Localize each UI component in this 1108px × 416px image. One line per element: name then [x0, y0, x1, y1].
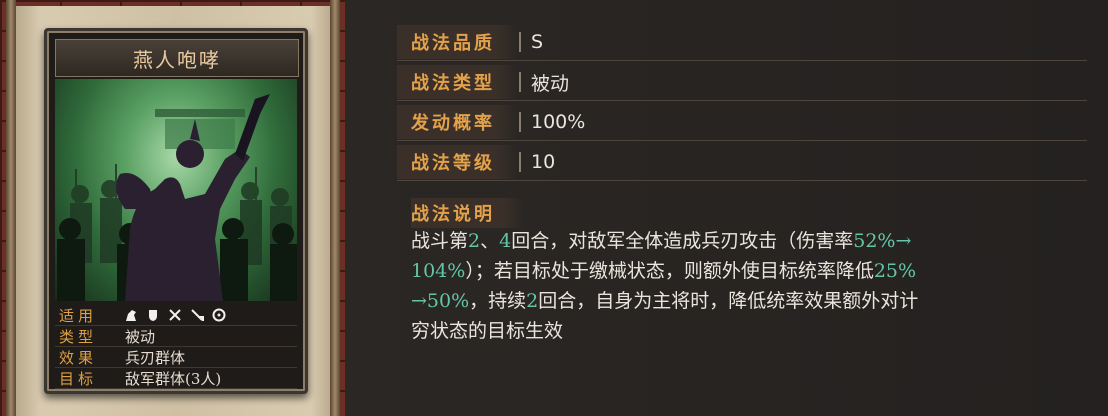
- card-artwork: [55, 79, 297, 301]
- description-line: 战斗第2、4回合，对敌军全体造成兵刃攻击（伤害率52%→: [411, 226, 1071, 256]
- attr-row-applicable: 适用: [55, 305, 297, 326]
- attr-label: 效果: [59, 348, 98, 367]
- troop-type-icons: [117, 307, 227, 323]
- siege-icon: [211, 307, 227, 323]
- card-attribute-table: 适用 类型 被动 效果 兵刃群体 目标 敌军群体(3人): [55, 305, 297, 389]
- divider: [519, 112, 521, 132]
- desc-text: 回合，对敌军全体造成兵刃攻击（伤害率: [511, 230, 854, 252]
- info-row-type: 战法类型 被动: [397, 64, 1087, 101]
- attr-row-target: 目标 敌军群体(3人): [55, 368, 297, 389]
- spear-icon: [189, 307, 205, 323]
- attr-value: 被动: [125, 327, 156, 346]
- desc-text: 穷状态的目标生效: [411, 320, 564, 342]
- scroll-rod-right: [330, 0, 340, 416]
- desc-highlight: 104%: [411, 260, 466, 282]
- info-label: 战法等级: [397, 145, 519, 179]
- info-value: 10: [531, 151, 556, 173]
- info-row-trigger-rate: 发动概率 100%: [397, 104, 1087, 141]
- divider: [519, 152, 521, 172]
- attr-row-effect: 效果 兵刃群体: [55, 347, 297, 368]
- attr-label: 目标: [59, 369, 98, 388]
- cavalry-icon: [123, 307, 139, 323]
- attr-value: 敌军群体(3人): [125, 369, 222, 388]
- info-row-quality: 战法品质 S: [397, 24, 1087, 61]
- bow-icon: [167, 307, 183, 323]
- desc-highlight: →50%: [411, 290, 470, 312]
- card-title: 燕人咆哮: [133, 47, 221, 72]
- desc-text: 回合，自身为主将时，降低统率效果额外对计: [538, 290, 919, 312]
- tactic-description: 战斗第2、4回合，对敌军全体造成兵刃攻击（伤害率52%→ 104%）；若目标处于…: [411, 226, 1071, 346]
- desc-text: 、: [480, 230, 500, 252]
- desc-highlight: 52%→: [853, 230, 912, 252]
- info-label: 战法品质: [397, 25, 519, 59]
- card-title-bar: 燕人咆哮: [55, 39, 299, 77]
- desc-highlight: 2: [526, 290, 539, 312]
- desc-text: ）；若目标处于缴械状态，则额外使目标统率降低: [465, 260, 874, 282]
- divider: [519, 32, 521, 52]
- attr-value: 兵刃群体: [125, 348, 186, 367]
- desc-text: ，持续: [469, 290, 527, 312]
- tactic-info-panel: 战法品质 S 战法类型 被动 发动概率 100% 战法等级 10 战法说明 战斗…: [345, 0, 1108, 416]
- info-value: 100%: [531, 111, 586, 133]
- attr-label: 适用: [59, 306, 98, 325]
- brick-wall-background: 燕人咆哮 适用 类型 被动 效果 兵刃群体 目标 敌军群体(3人): [0, 0, 345, 416]
- info-label: 战法类型: [397, 65, 519, 99]
- description-line: 穷状态的目标生效: [411, 316, 1071, 346]
- warrior-silhouette-art: [57, 94, 297, 301]
- tactic-card[interactable]: 燕人咆哮 适用 类型 被动 效果 兵刃群体 目标 敌军群体(3人): [44, 28, 308, 394]
- attr-label: 类型: [59, 327, 98, 346]
- info-value: 被动: [531, 72, 570, 95]
- desc-highlight: 25%: [873, 260, 917, 282]
- description-line: →50%，持续2回合，自身为主将时，降低统率效果额外对计: [411, 286, 1071, 316]
- divider: [519, 72, 521, 92]
- shield-icon: [145, 307, 161, 323]
- description-line: 104%）；若目标处于缴械状态，则额外使目标统率降低25%: [411, 256, 1071, 286]
- description-label: 战法说明: [411, 198, 525, 228]
- desc-highlight: 2: [468, 230, 481, 252]
- desc-highlight: 4: [499, 230, 512, 252]
- info-value: S: [531, 31, 544, 53]
- attr-row-type: 类型 被动: [55, 326, 297, 347]
- info-row-level: 战法等级 10: [397, 144, 1087, 181]
- desc-text: 战斗第: [411, 230, 469, 252]
- info-label: 发动概率: [397, 105, 519, 139]
- scroll-rod-left: [6, 0, 16, 416]
